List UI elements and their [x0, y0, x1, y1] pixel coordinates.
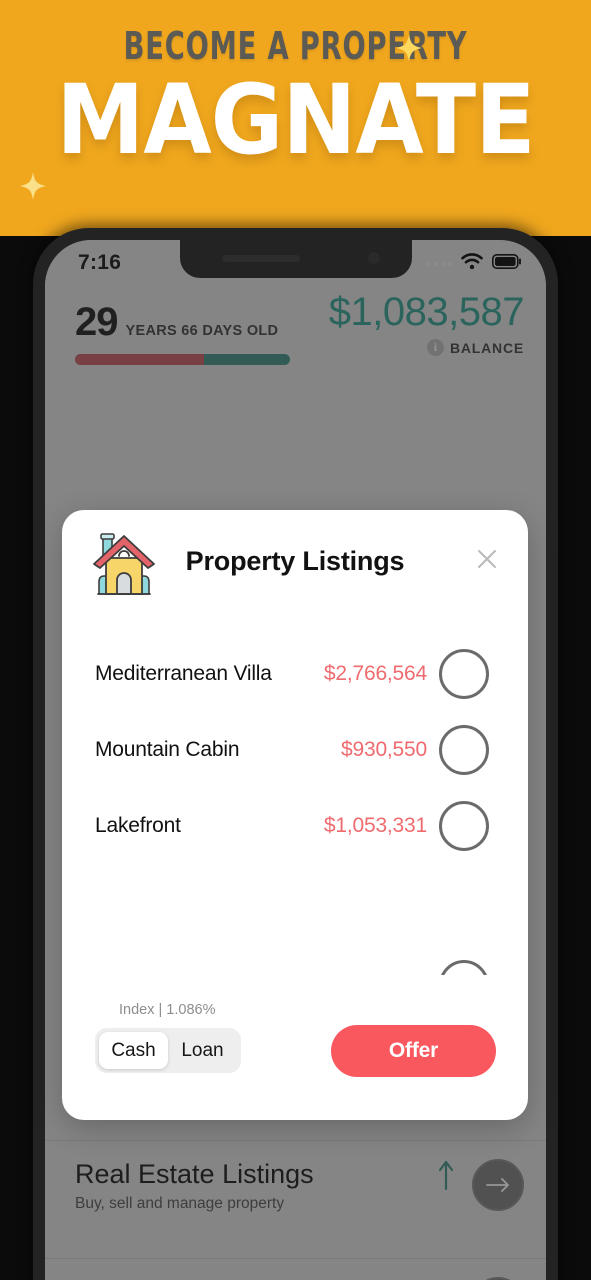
listing-price: $930,550 [341, 738, 427, 761]
listing-name: Lakefront [95, 814, 181, 837]
wifi-icon [461, 253, 483, 275]
listing-radio-button[interactable] [439, 649, 489, 699]
property-listings-modal: Property Listings Mediterranean Villa $2… [62, 510, 528, 1120]
banner-headline: BECOME A PROPERTY [123, 24, 468, 68]
phone-notch [179, 240, 412, 278]
offer-button[interactable]: Offer [331, 1025, 496, 1077]
app-row-taxes[interactable]: Taxes Keep track of tax due and payments [45, 1258, 546, 1280]
listing-name: Mountain Cabin [95, 738, 240, 761]
sparkle-icon [20, 172, 46, 200]
arrow-up-icon [438, 1159, 454, 1196]
battery-icon [492, 254, 522, 274]
listing-name: Mediterranean Villa [95, 662, 272, 685]
listing-price: $2,766,564 [323, 662, 427, 685]
sparkle-icon [396, 34, 422, 62]
listing-row[interactable]: Mountain Cabin $930,550 [62, 712, 528, 788]
listing-price: $1,053,331 [323, 814, 427, 837]
age-progress-bar [75, 354, 290, 365]
status-clock: 7:16 [78, 251, 122, 274]
banner-bigword: MAGNATE [56, 64, 535, 176]
app-row-title: Real Estate Listings [75, 1159, 314, 1189]
signal-dots-icon [427, 262, 452, 266]
modal-header: Property Listings [62, 510, 528, 620]
modal-title: Property Listings [185, 546, 405, 576]
age-block: 29 YEARS 66 DAYS OLD [75, 300, 290, 365]
notch-camera [367, 252, 380, 264]
balance-label: BALANCE [449, 339, 524, 356]
age-number: 29 [75, 300, 118, 344]
notch-speaker [221, 255, 300, 262]
modal-footer: Index | 1.086% Cash Loan Offer [62, 980, 528, 1120]
segment-option-loan[interactable]: Loan [168, 1032, 237, 1069]
listing-radio-button[interactable] [439, 725, 489, 775]
listing-row[interactable]: Lakefront $1,053,331 [62, 788, 528, 864]
listings-area[interactable]: Mediterranean Villa $2,766,564 Mountain … [62, 620, 528, 975]
arrow-right-icon[interactable] [472, 1159, 524, 1211]
listing-radio-button-partial[interactable] [439, 960, 489, 975]
promo-banner: BECOME A PROPERTY MAGNATE [0, 0, 591, 236]
close-icon[interactable] [472, 544, 502, 574]
app-row-subtitle: Buy, sell and manage property [75, 1195, 285, 1212]
info-icon[interactable]: i [426, 339, 444, 356]
listing-radio-button[interactable] [439, 801, 489, 851]
payment-method-segmented-control[interactable]: Cash Loan [95, 1028, 241, 1073]
app-row-real-estate[interactable]: Real Estate Listings Buy, sell and manag… [45, 1140, 546, 1258]
age-label: YEARS 66 DAYS OLD [125, 323, 279, 339]
index-label: Index | 1.086% [119, 1002, 216, 1018]
age-progress-fill [75, 354, 204, 365]
segment-option-cash[interactable]: Cash [99, 1032, 168, 1069]
listing-row[interactable]: Mediterranean Villa $2,766,564 [62, 636, 528, 712]
balance-block: $1,083,587 i BALANCE [328, 290, 525, 356]
balance-amount: $1,083,587 [328, 290, 525, 334]
